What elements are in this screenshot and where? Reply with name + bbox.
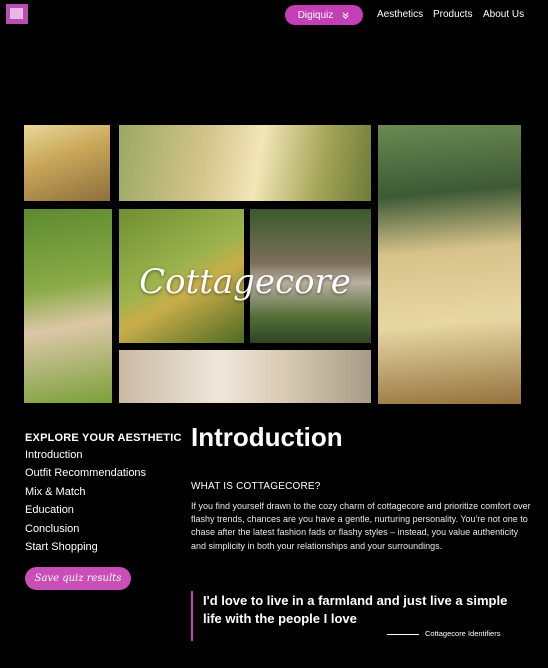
sidebar-item-start-shopping[interactable]: Start Shopping [25,541,98,553]
collage-photo-girl-in-grass [24,209,112,403]
site-logo[interactable] [6,4,28,24]
quote-source-rule [387,634,419,635]
save-quiz-results-button[interactable]: Save quiz results [25,567,131,590]
quote-source: Cottagecore Identifiers [425,629,501,638]
collage-photo-book-and-flowers [119,350,371,403]
sidebar-item-conclusion[interactable]: Conclusion [25,523,79,535]
sidebar-item-mix-match[interactable]: Mix & Match [25,486,86,498]
collage-photo-reading-in-meadow [119,125,371,201]
pull-quote: I'd love to live in a farmland and just … [203,593,508,626]
sidebar-item-education[interactable]: Education [25,504,74,516]
digiquiz-button[interactable]: Digiquiz [285,5,363,25]
sidebar-item-introduction[interactable]: Introduction [25,449,82,461]
digiquiz-label: Digiquiz [297,9,334,21]
intro-paragraph: If you find yourself drawn to the cozy c… [191,501,531,551]
sidebar-heading: EXPLORE YOUR AESTHETIC [25,432,182,444]
nav-link-aesthetics[interactable]: Aesthetics [377,9,423,20]
sidebar-item-outfit-recommendations[interactable]: Outfit Recommendations [25,467,146,479]
collage-photo-embroidered-blouse [24,125,110,201]
quote-accent-bar [191,591,193,641]
nav-link-products[interactable]: Products [433,9,472,20]
collage-photo-floral-dress [378,125,521,404]
page-title: Introduction [191,422,343,452]
nav-link-about-us[interactable]: About Us [483,9,524,20]
hero-title: Cottagecore [139,262,351,302]
section-heading: WHAT IS COTTAGECORE? [191,481,321,492]
chevron-down-icon [342,11,349,19]
